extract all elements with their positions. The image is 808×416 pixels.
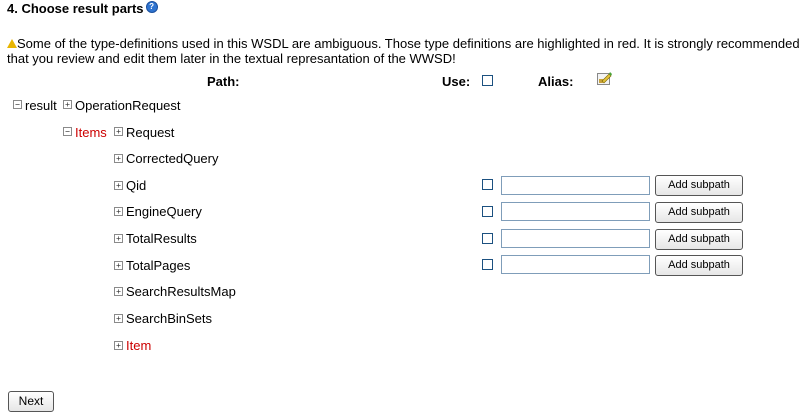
use-checkbox-qid[interactable]	[482, 179, 493, 190]
help-icon[interactable]: ?	[145, 1, 158, 13]
tree-node-search-results-map: SearchResultsMap	[126, 284, 236, 299]
alias-input-total-pages[interactable]	[501, 255, 650, 274]
qid-expand-toggle[interactable]: +	[114, 181, 123, 190]
tree-node-items: Items	[75, 125, 107, 140]
warning-icon	[7, 39, 17, 48]
ambiguity-warning: Some of the type-definitions used in thi…	[7, 36, 803, 66]
tree-node-search-bin-sets: SearchBinSets	[126, 311, 212, 326]
search-bin-sets-expand-toggle[interactable]: +	[114, 314, 123, 323]
engine-query-expand-toggle[interactable]: +	[114, 207, 123, 216]
total-pages-expand-toggle[interactable]: +	[114, 261, 123, 270]
tree-node-item: Item	[126, 338, 152, 353]
add-subpath-button-total-pages[interactable]: Add subpath	[655, 255, 743, 276]
page-title: 4. Choose result parts?	[7, 1, 158, 16]
warning-text: Some of the type-definitions used in thi…	[7, 36, 800, 66]
tree-node-total-pages: TotalPages	[126, 258, 191, 273]
tree-node-qid: Qid	[126, 178, 147, 193]
item-expand-toggle[interactable]: +	[114, 341, 123, 350]
alias-input-qid[interactable]	[501, 176, 650, 195]
tree-node-total-results: TotalResults	[126, 231, 197, 246]
total-results-expand-toggle[interactable]: +	[114, 234, 123, 243]
search-results-map-expand-toggle[interactable]: +	[114, 287, 123, 296]
alias-header: Alias:	[538, 74, 574, 89]
operation-expand-toggle[interactable]: +	[63, 100, 72, 109]
alias-input-engine-query[interactable]	[501, 202, 650, 221]
request-expand-toggle[interactable]: +	[114, 127, 123, 136]
use-header: Use:	[442, 74, 471, 89]
tree-node-operation-request: OperationRequest	[75, 98, 181, 113]
use-checkbox-total-results[interactable]	[482, 233, 493, 244]
use-all-checkbox[interactable]	[482, 75, 493, 86]
alias-input-total-results[interactable]	[501, 229, 650, 248]
tree-node-request: Request	[126, 125, 175, 140]
tree-node-corrected-query: CorrectedQuery	[126, 151, 219, 166]
items-collapse-toggle[interactable]: −	[63, 127, 72, 136]
tree-node-result: result	[25, 98, 57, 113]
next-button[interactable]: Next	[8, 391, 54, 412]
root-collapse-toggle[interactable]: −	[13, 100, 22, 109]
add-subpath-button-qid[interactable]: Add subpath	[655, 175, 743, 196]
use-checkbox-engine-query[interactable]	[482, 206, 493, 217]
corrected-query-expand-toggle[interactable]: +	[114, 154, 123, 163]
tree-node-engine-query: EngineQuery	[126, 204, 202, 219]
page-title-text: 4. Choose result parts	[7, 1, 144, 16]
alias-edit-icon[interactable]	[597, 71, 612, 85]
add-subpath-button-engine-query[interactable]: Add subpath	[655, 202, 743, 223]
use-checkbox-total-pages[interactable]	[482, 259, 493, 270]
path-header: Path:	[207, 74, 240, 89]
add-subpath-button-total-results[interactable]: Add subpath	[655, 229, 743, 250]
